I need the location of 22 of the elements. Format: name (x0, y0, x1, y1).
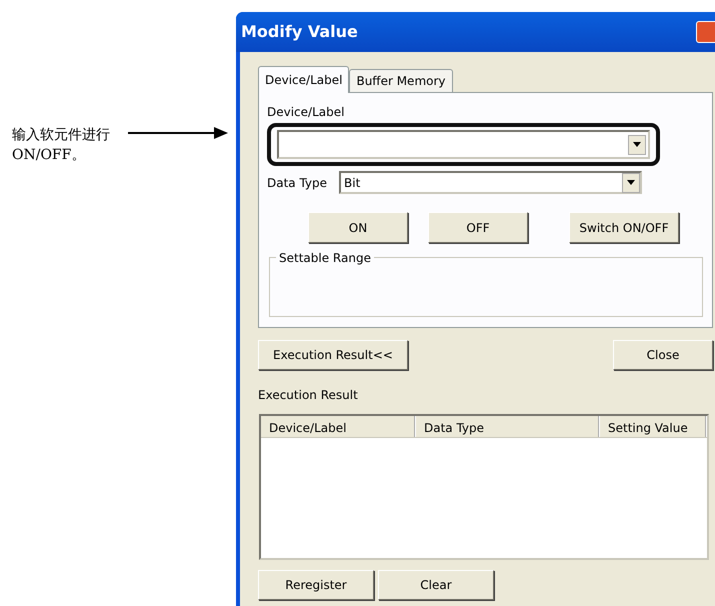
annotation-text: 输入软元件进行ON/OFF。 (12, 126, 111, 165)
column-header[interactable]: Device/Label (261, 416, 416, 437)
data-type-select[interactable]: Bit (339, 171, 642, 194)
close-button[interactable]: Close (613, 340, 713, 370)
close-icon[interactable] (696, 21, 715, 43)
action-button[interactable]: Switch ON/OFF (569, 212, 679, 243)
window-title: Modify Value (241, 21, 358, 43)
column-header[interactable]: Data Type (416, 416, 600, 437)
tab[interactable]: Device/Label (258, 66, 350, 93)
device-combo-box[interactable] (277, 130, 650, 159)
dropdown-icon[interactable] (622, 172, 640, 192)
footer-button[interactable]: Reregister (258, 570, 374, 600)
execution-result-button[interactable]: Execution Result<< (258, 340, 408, 370)
dropdown-icon[interactable] (628, 134, 646, 154)
section-label: Execution Result (258, 387, 359, 404)
action-button[interactable]: ON (308, 212, 408, 243)
field-label: Device/Label (267, 104, 346, 121)
action-button[interactable]: OFF (428, 212, 528, 243)
column-header[interactable]: Setting Value (600, 416, 707, 437)
tab[interactable]: Buffer Memory (349, 69, 453, 92)
field-label: Data Type (267, 174, 328, 192)
footer-button[interactable]: Clear (378, 570, 494, 600)
